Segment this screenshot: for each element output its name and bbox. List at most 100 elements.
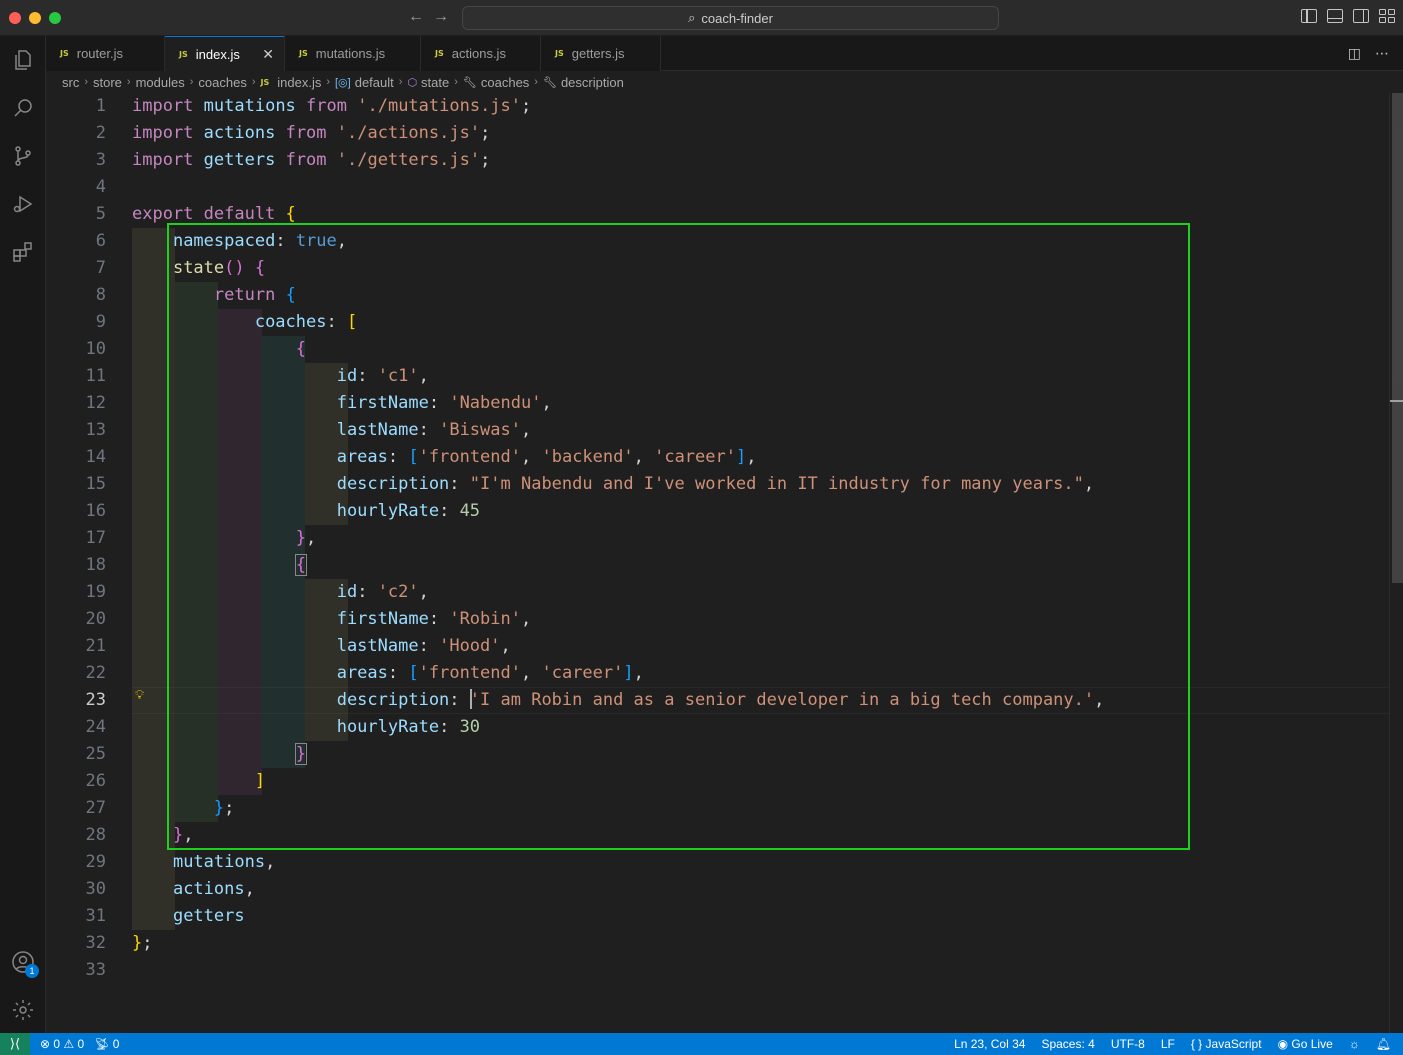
workspace-name: coach-finder	[701, 10, 773, 26]
title-bar: ← → ⌕ coach-finder	[0, 0, 1403, 36]
js-file-icon: JS	[555, 49, 564, 58]
js-file-icon: JS	[299, 49, 308, 58]
end-of-line[interactable]: LF	[1161, 1037, 1175, 1051]
code-line: import actions from './actions.js';	[132, 123, 491, 143]
line-number: 5	[95, 204, 106, 224]
split-editor-icon[interactable]: ◫	[1348, 45, 1361, 62]
js-file-icon: JS	[179, 49, 188, 59]
line-number: 15	[85, 474, 106, 494]
breadcrumb-item[interactable]: coaches	[198, 75, 246, 90]
line-number: 20	[85, 609, 106, 629]
code-line: },	[295, 528, 317, 548]
breadcrumb-item[interactable]: description	[561, 75, 624, 90]
code-line: id: 'c1',	[336, 366, 429, 386]
customize-layout-icon[interactable]	[1379, 9, 1395, 23]
accounts-icon[interactable]: 1	[9, 948, 39, 978]
go-live-button[interactable]: ◉ Go Live	[1278, 1037, 1333, 1051]
extensions-icon[interactable]	[9, 238, 37, 266]
more-actions-icon[interactable]: ⋯	[1375, 45, 1389, 62]
problems-indicator[interactable]: ⊗ 0 ⚠ 0	[40, 1037, 84, 1051]
close-tab-icon[interactable]: ✕	[262, 46, 274, 63]
broadcast-icon: ◉	[1277, 1037, 1289, 1051]
code-line: return {	[213, 285, 296, 305]
line-number: 16	[85, 501, 106, 521]
line-number: 26	[85, 771, 106, 791]
tab-label: mutations.js	[315, 46, 386, 61]
file-encoding[interactable]: UTF-8	[1111, 1037, 1145, 1051]
back-arrow-icon[interactable]: ←	[408, 8, 424, 26]
toggle-primary-sidebar-icon[interactable]	[1301, 9, 1317, 23]
scrollbar-cursor-marker	[1390, 400, 1403, 402]
property-wrench-icon: 🔧︎	[542, 76, 557, 89]
tab-getters-js[interactable]: JS getters.js	[541, 36, 661, 71]
ports-indicator[interactable]: 📡︎ 0	[94, 1037, 119, 1051]
tab-label: actions.js	[451, 46, 506, 61]
line-number: 21	[85, 636, 106, 656]
line-number: 2	[95, 123, 106, 143]
line-number: 9	[95, 312, 106, 332]
property-wrench-icon: 🔧︎	[462, 76, 477, 89]
code-line: description: "I'm Nabendu and I've worke…	[336, 474, 1095, 494]
cursor-position[interactable]: Ln 23, Col 34	[954, 1037, 1025, 1051]
minimize-window-button[interactable]	[29, 12, 41, 24]
search-icon: ⌕	[688, 10, 696, 25]
notifications-bell-icon[interactable]: 🔔︎	[1376, 1037, 1391, 1051]
code-line: hourlyRate: 45	[336, 501, 481, 521]
line-number: 33	[85, 960, 106, 980]
explorer-icon[interactable]	[9, 46, 37, 74]
code-line: hourlyRate: 30	[336, 717, 481, 737]
code-editor[interactable]: 1 2 3 4 5 6 7 8 9 10 11 12 13 14 15 16 17 18 19 20 21 22 23 24 2…	[46, 93, 1403, 1033]
toggle-panel-icon[interactable]	[1327, 9, 1343, 23]
breadcrumb-item[interactable]: state	[421, 75, 449, 90]
code-line: import mutations from './mutations.js';	[132, 96, 532, 116]
tab-label: router.js	[76, 46, 123, 61]
line-number: 17	[85, 528, 106, 548]
remote-indicator-icon[interactable]: ⟩⟨	[0, 1033, 30, 1055]
line-number: 13	[85, 420, 106, 440]
breadcrumb: src › store › modules › coaches › JS index.js…	[46, 71, 1403, 93]
breadcrumb-item[interactable]: default	[355, 75, 394, 90]
maximize-window-button[interactable]	[49, 12, 61, 24]
breadcrumb-item[interactable]: store	[93, 75, 122, 90]
indentation-setting[interactable]: Spaces: 4	[1041, 1037, 1094, 1051]
vertical-scrollbar[interactable]	[1389, 93, 1403, 1033]
breadcrumb-item[interactable]: coaches	[481, 75, 529, 90]
line-number: 19	[85, 582, 106, 602]
code-line: namespaced: true,	[172, 231, 348, 251]
code-line: areas: ['frontend', 'backend', 'career']…	[336, 447, 757, 467]
code-line: },	[172, 825, 194, 845]
code-line: mutations,	[172, 852, 276, 872]
breadcrumb-item[interactable]: index.js	[277, 75, 321, 90]
line-number: 7	[95, 258, 106, 278]
code-line: {	[295, 339, 307, 359]
tab-router-js[interactable]: JS router.js	[46, 36, 165, 71]
settings-gear-icon[interactable]	[9, 996, 37, 1024]
close-window-button[interactable]	[9, 12, 21, 24]
code-line: getters	[172, 906, 245, 926]
toggle-secondary-sidebar-icon[interactable]	[1353, 9, 1369, 23]
forward-arrow-icon[interactable]: →	[433, 8, 449, 26]
tab-index-js[interactable]: JS index.js ✕	[165, 36, 285, 71]
line-number: 25	[85, 744, 106, 764]
code-line: coaches: [	[254, 312, 358, 332]
tab-actions-js[interactable]: JS actions.js	[421, 36, 541, 71]
tab-label: getters.js	[571, 46, 625, 61]
scrollbar-thumb[interactable]	[1392, 93, 1403, 583]
command-center-search[interactable]: ⌕ coach-finder	[462, 6, 999, 30]
search-icon[interactable]	[9, 94, 37, 122]
accounts-badge: 1	[25, 964, 39, 978]
line-number: 31	[85, 906, 106, 926]
language-mode[interactable]: { } JavaScript	[1191, 1037, 1262, 1051]
breadcrumb-item[interactable]: src	[62, 75, 79, 90]
code-line: };	[213, 798, 235, 818]
line-number: 24	[85, 717, 106, 737]
copilot-icon[interactable]: ☼	[1349, 1037, 1360, 1051]
tab-label: index.js	[195, 46, 240, 62]
braces-icon: { }	[1190, 1037, 1203, 1051]
source-control-icon[interactable]	[9, 142, 37, 170]
run-debug-icon[interactable]	[9, 190, 37, 218]
tab-mutations-js[interactable]: JS mutations.js	[285, 36, 421, 71]
breadcrumb-item[interactable]: modules	[136, 75, 185, 90]
line-number: 4	[95, 177, 106, 197]
code-line: ]	[254, 771, 266, 791]
